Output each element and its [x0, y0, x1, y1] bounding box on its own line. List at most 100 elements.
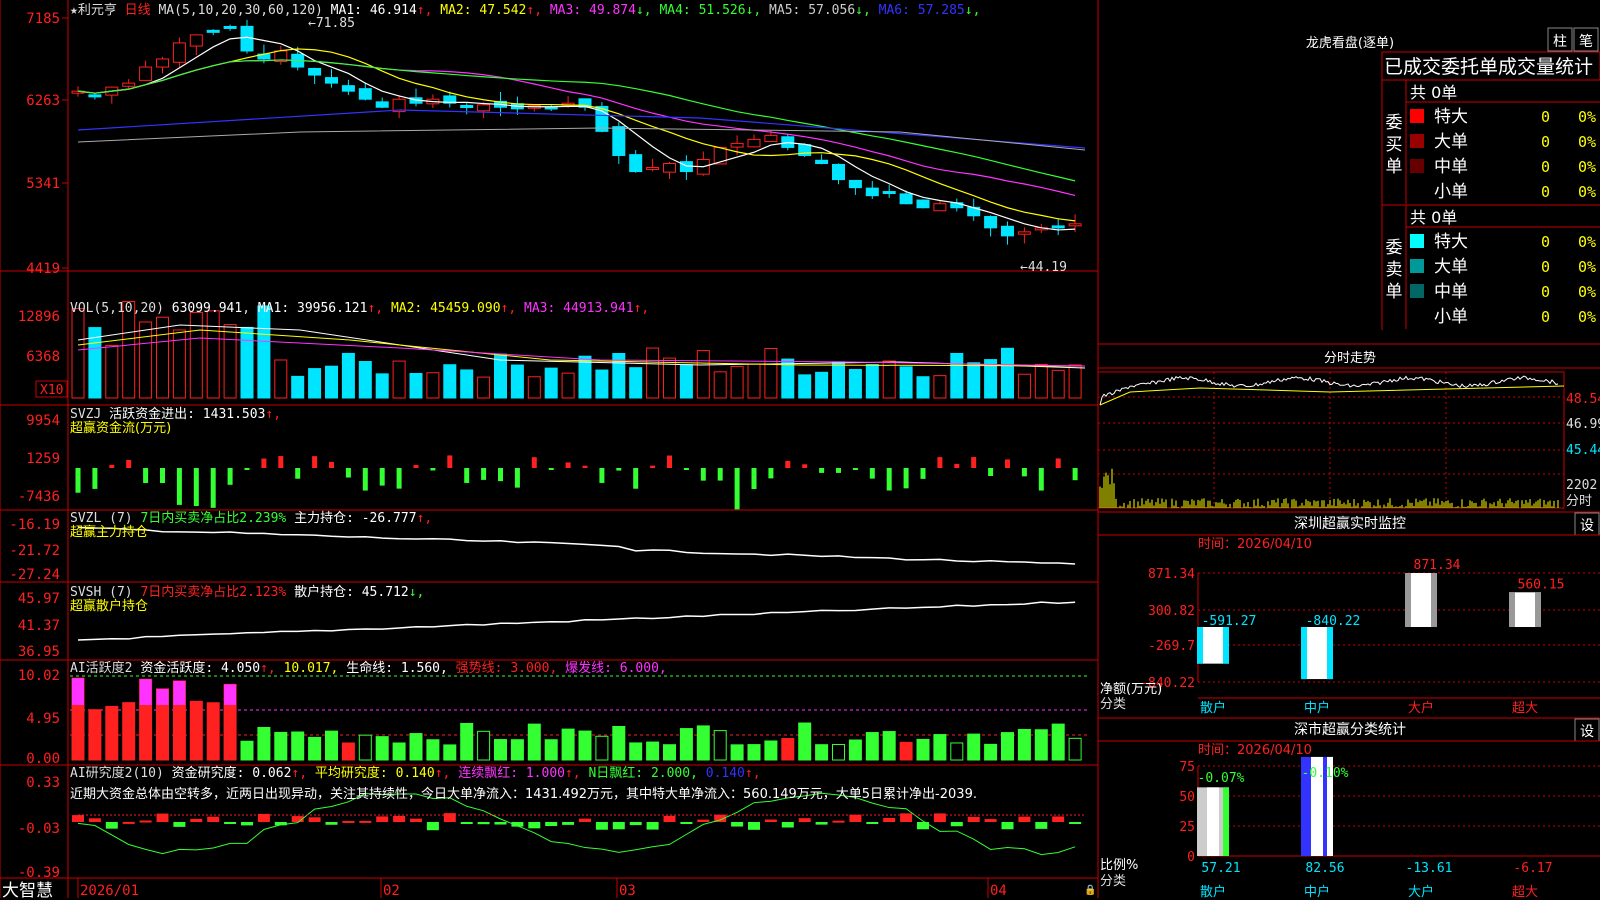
classify-ytick: 75	[1179, 760, 1195, 775]
svzj-bar	[329, 461, 334, 468]
monitor-ytick: 871.34	[1148, 567, 1195, 582]
svsh-header-part: 散户持仓:	[294, 584, 362, 600]
svzj-ytick: 1259	[26, 451, 60, 467]
monitor-bar-1[interactable]	[1301, 627, 1333, 680]
buy-side-label: 买	[1386, 135, 1403, 155]
monitor-bar-0[interactable]	[1197, 627, 1229, 664]
svzj-bar	[413, 465, 419, 468]
svsh-line[interactable]	[77, 601, 1076, 641]
svzj-bar	[683, 468, 689, 470]
volume-bar	[629, 367, 643, 399]
bar-mode-button[interactable]: 柱	[1547, 27, 1573, 52]
ai2-bars[interactable]	[72, 792, 1085, 856]
volume-bar	[510, 364, 524, 399]
vol-header: VOL(5,10,20) 63099.941, MA1: 39956.121↑,…	[70, 301, 649, 316]
vol-header-part: 39956.121	[289, 301, 367, 316]
ma5-line	[77, 127, 1086, 151]
svzj-bar	[531, 457, 537, 468]
ai1-ytick: 0.00	[26, 751, 60, 767]
ai1-bar	[798, 722, 812, 761]
ai1-bar	[865, 732, 879, 761]
ai2-bar	[173, 822, 186, 827]
classify-ytick: 0	[1187, 850, 1195, 865]
candle-body	[848, 179, 862, 189]
ai2-comment: 近期大资金总体由空转多，近两日出现异动，关注其持续性，今日大单净流入：1431.…	[70, 786, 977, 802]
volume-bar	[713, 371, 727, 399]
candle-body	[308, 67, 322, 76]
volume-bar	[916, 376, 930, 399]
sell-row-count: 0	[1541, 308, 1550, 326]
ai2-bar	[967, 816, 980, 822]
volume-bar	[240, 326, 254, 399]
ai2-bar	[122, 821, 135, 824]
sell-row-pct: 0%	[1578, 233, 1596, 251]
settings-label: 设	[1580, 518, 1594, 534]
ai1-bar	[358, 734, 372, 761]
monitor-bar-edge	[1301, 627, 1307, 680]
svzj-bar	[514, 468, 520, 488]
classify-settings-button[interactable]: 设	[1574, 718, 1600, 742]
svzl-line[interactable]	[77, 526, 1076, 565]
volume-bar	[933, 375, 947, 399]
volume-bar	[206, 310, 220, 399]
tick-mode-button[interactable]: 笔	[1573, 27, 1599, 52]
volume-bar	[426, 372, 440, 399]
sell-side-label: 卖	[1386, 260, 1403, 280]
svzj-bar	[667, 455, 672, 468]
stock-terminal: 7185 6263 5341 4419 ★利元亨 日线 MA(5,10,20,30,60…	[0, 0, 1600, 900]
ai2-header-part: ↑,	[745, 766, 761, 781]
candle-body	[88, 94, 102, 98]
svzj-bar	[379, 468, 385, 486]
chart-panels[interactable]	[70, 19, 1090, 856]
candle-body	[629, 154, 643, 173]
buy-row-name: 大单	[1434, 132, 1468, 152]
svzj-header-part: SVZJ	[70, 407, 109, 422]
panel-frames	[0, 0, 1099, 898]
main-candles[interactable]	[71, 19, 1086, 245]
volume-bar	[122, 301, 136, 399]
vol-header-part: 63099.941	[172, 301, 242, 316]
monitor-bar-2[interactable]	[1405, 573, 1437, 627]
buy-row-pct: 0%	[1578, 158, 1596, 176]
classify-title: 深市超赢分类统计	[1294, 721, 1406, 738]
ai2-bar	[72, 815, 84, 822]
right-side-pane[interactable]: 龙虎看盘(逐单) 柱笔已成交委托单成交量统计共 0单委买单特大 0 0%大单 0 0%中单…	[1097, 27, 1600, 900]
monitor-bar-label: 871.34	[1414, 558, 1461, 573]
svzj-bar	[498, 468, 503, 482]
volume-bars[interactable]	[71, 301, 1086, 399]
classify-bar-0[interactable]	[1197, 787, 1229, 856]
svzj-bar	[109, 464, 115, 468]
tick-mode-button-label: 笔	[1579, 34, 1593, 50]
svzj-ytick: -7436	[18, 489, 60, 505]
monitor-settings-button[interactable]: 设	[1574, 512, 1600, 536]
ai1-bar	[257, 726, 271, 761]
ma-arrow: ↓,	[746, 3, 769, 18]
ai2-bar	[393, 815, 406, 822]
svzj-bar	[126, 459, 132, 468]
ai1-bars[interactable]	[70, 675, 1090, 761]
volume-bar	[1034, 363, 1048, 399]
timeshare-price-line	[1099, 375, 1559, 406]
monitor-cat-label: 中户	[1304, 700, 1330, 716]
ai2-header-part: AI研究度2(10)	[70, 765, 172, 781]
ai1-bar	[950, 742, 964, 761]
svzj-bar	[717, 468, 723, 481]
svzj-bar	[193, 468, 199, 506]
candle-body	[663, 163, 676, 173]
ai2-bar	[595, 822, 608, 830]
volume-bar	[308, 368, 322, 399]
svsh-header-part: 7日内买卖净占比2.123%	[140, 584, 294, 600]
volume-bar	[392, 360, 406, 399]
ai1-bar	[409, 733, 423, 761]
vol-header-part: ,	[242, 301, 258, 316]
monitor-bar-3[interactable]	[1509, 592, 1541, 627]
candle-body	[1068, 223, 1082, 227]
stats-title: 已成交委托单成交量统计	[1384, 56, 1593, 78]
svzl-ytick: -27.24	[9, 567, 60, 583]
svzj-bars[interactable]	[75, 455, 1078, 510]
candle-body	[1001, 225, 1014, 237]
ai2-bar	[562, 822, 575, 825]
candle-body	[1017, 231, 1031, 235]
volume-bar	[815, 371, 829, 399]
ai2-header: AI研究度2(10) 资金研究度: 0.062↑, 平均研究度: 0.140↑,…	[70, 765, 761, 781]
